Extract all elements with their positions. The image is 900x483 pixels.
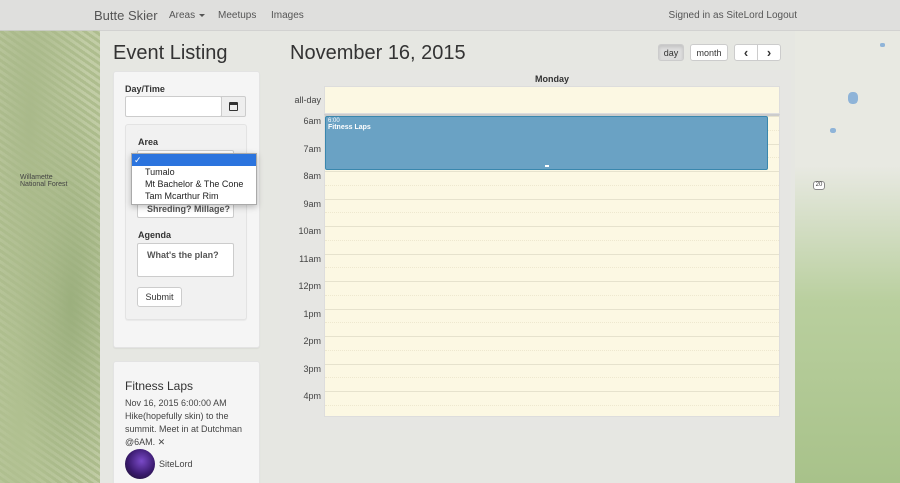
grid-line [325, 267, 779, 269]
area-label: Area [138, 137, 159, 147]
grid-line [325, 322, 779, 324]
event-detail-user: SiteLord [159, 459, 193, 469]
time-label: 3pm [303, 363, 321, 374]
month-view-button[interactable]: month [690, 44, 728, 61]
time-label: 10am [298, 226, 321, 236]
grid-line [325, 226, 779, 227]
lake [830, 128, 836, 133]
calendar-event[interactable]: 6:00 Fitness Laps [325, 116, 768, 170]
event-detail-desc-2: summit. Meet in at Dutchman [125, 424, 243, 434]
grid-line [325, 363, 779, 365]
calendar-picker-button[interactable] [221, 96, 246, 117]
submit-button[interactable]: Submit [137, 287, 182, 307]
nav-images[interactable]: Images [271, 10, 304, 21]
caret-down-icon [199, 13, 206, 17]
event-detail-desc-3-row: @6AM. ✕ [125, 436, 165, 449]
grid-line [325, 212, 779, 214]
time-label: 11am [299, 253, 321, 264]
time-label: 4pm [303, 391, 321, 401]
lake [880, 43, 885, 47]
grid-line [325, 239, 779, 241]
event-detail-title: Fitness Laps [125, 379, 194, 393]
terrain-left [0, 30, 100, 483]
grid-line [325, 171, 779, 172]
area-option-tam-mcarthur[interactable]: Tam Mcarthur Rim [132, 190, 256, 202]
area-option-mt-bachelor[interactable]: Mt Bachelor & The Cone [132, 178, 256, 190]
nav-areas-dropdown[interactable]: Areas [169, 10, 206, 21]
event-detail-date: Nov 16, 2015 6:00:00 AM [125, 398, 227, 408]
avatar [125, 449, 155, 479]
grid-line [325, 308, 779, 310]
time-label: 9am [303, 198, 321, 209]
allday-label: all-day [294, 95, 321, 105]
time-label: 12pm [298, 281, 321, 291]
area-option-tumalo[interactable]: Tumalo [132, 166, 256, 178]
grid-line [325, 349, 779, 351]
event-detail-desc-1: Hike(hopefully skin) to the [125, 411, 229, 421]
grid-line [325, 336, 779, 337]
day-view-button[interactable]: day [658, 44, 684, 61]
grid-line [325, 198, 779, 200]
nav-user-area: Signed in as SiteLord Logout [669, 10, 797, 21]
prev-day-button[interactable]: ‹ [734, 44, 758, 61]
area-dropdown-menu: ✓ Tumalo Mt Bachelor & The Cone Tam Mcar… [131, 153, 257, 205]
event-title: Fitness Laps [328, 124, 371, 131]
time-label: 1pm [303, 308, 321, 319]
nav-areas-label: Areas [169, 10, 196, 21]
grid-line [325, 184, 779, 186]
lake [848, 92, 858, 104]
day-column-header: Monday [534, 74, 569, 84]
daytime-input[interactable] [125, 96, 222, 117]
resize-handle-icon[interactable] [545, 165, 549, 167]
road-badge: 20 [813, 181, 825, 190]
area-option-blank[interactable]: ✓ [132, 154, 256, 166]
event-detail-desc-3: @6AM. [125, 437, 156, 447]
grid-line [325, 377, 779, 379]
map-label-forest: Willamette National Forest [20, 174, 68, 188]
nav-meetups[interactable]: Meetups [218, 10, 256, 21]
time-label: 7am [303, 143, 321, 154]
next-day-button[interactable]: › [757, 44, 781, 61]
time-label: 6am [303, 116, 321, 126]
page-title: Event Listing [113, 42, 228, 64]
grid-line [325, 253, 779, 255]
time-label: 8am [303, 171, 321, 181]
time-label: 2pm [303, 336, 321, 346]
grid-line [325, 404, 779, 406]
calendar-title: November 16, 2015 [290, 42, 466, 64]
brand-link[interactable]: Butte Skier [94, 8, 158, 23]
delete-event-icon[interactable]: ✕ [158, 437, 166, 447]
calendar-icon [229, 102, 238, 111]
allday-slot[interactable] [324, 86, 780, 114]
agenda-label: Agenda [138, 230, 172, 240]
signed-in-text: Signed in as SiteLord [668, 10, 764, 21]
agenda-textarea[interactable]: What's the plan? [137, 243, 234, 277]
navbar: Butte Skier Areas Meetups Images Signed … [0, 0, 900, 31]
logout-link[interactable]: Logout [766, 10, 797, 21]
daytime-label: Day/Time [125, 84, 165, 94]
grid-line [325, 391, 779, 392]
grid-line [325, 294, 779, 296]
grid-line [325, 281, 779, 282]
